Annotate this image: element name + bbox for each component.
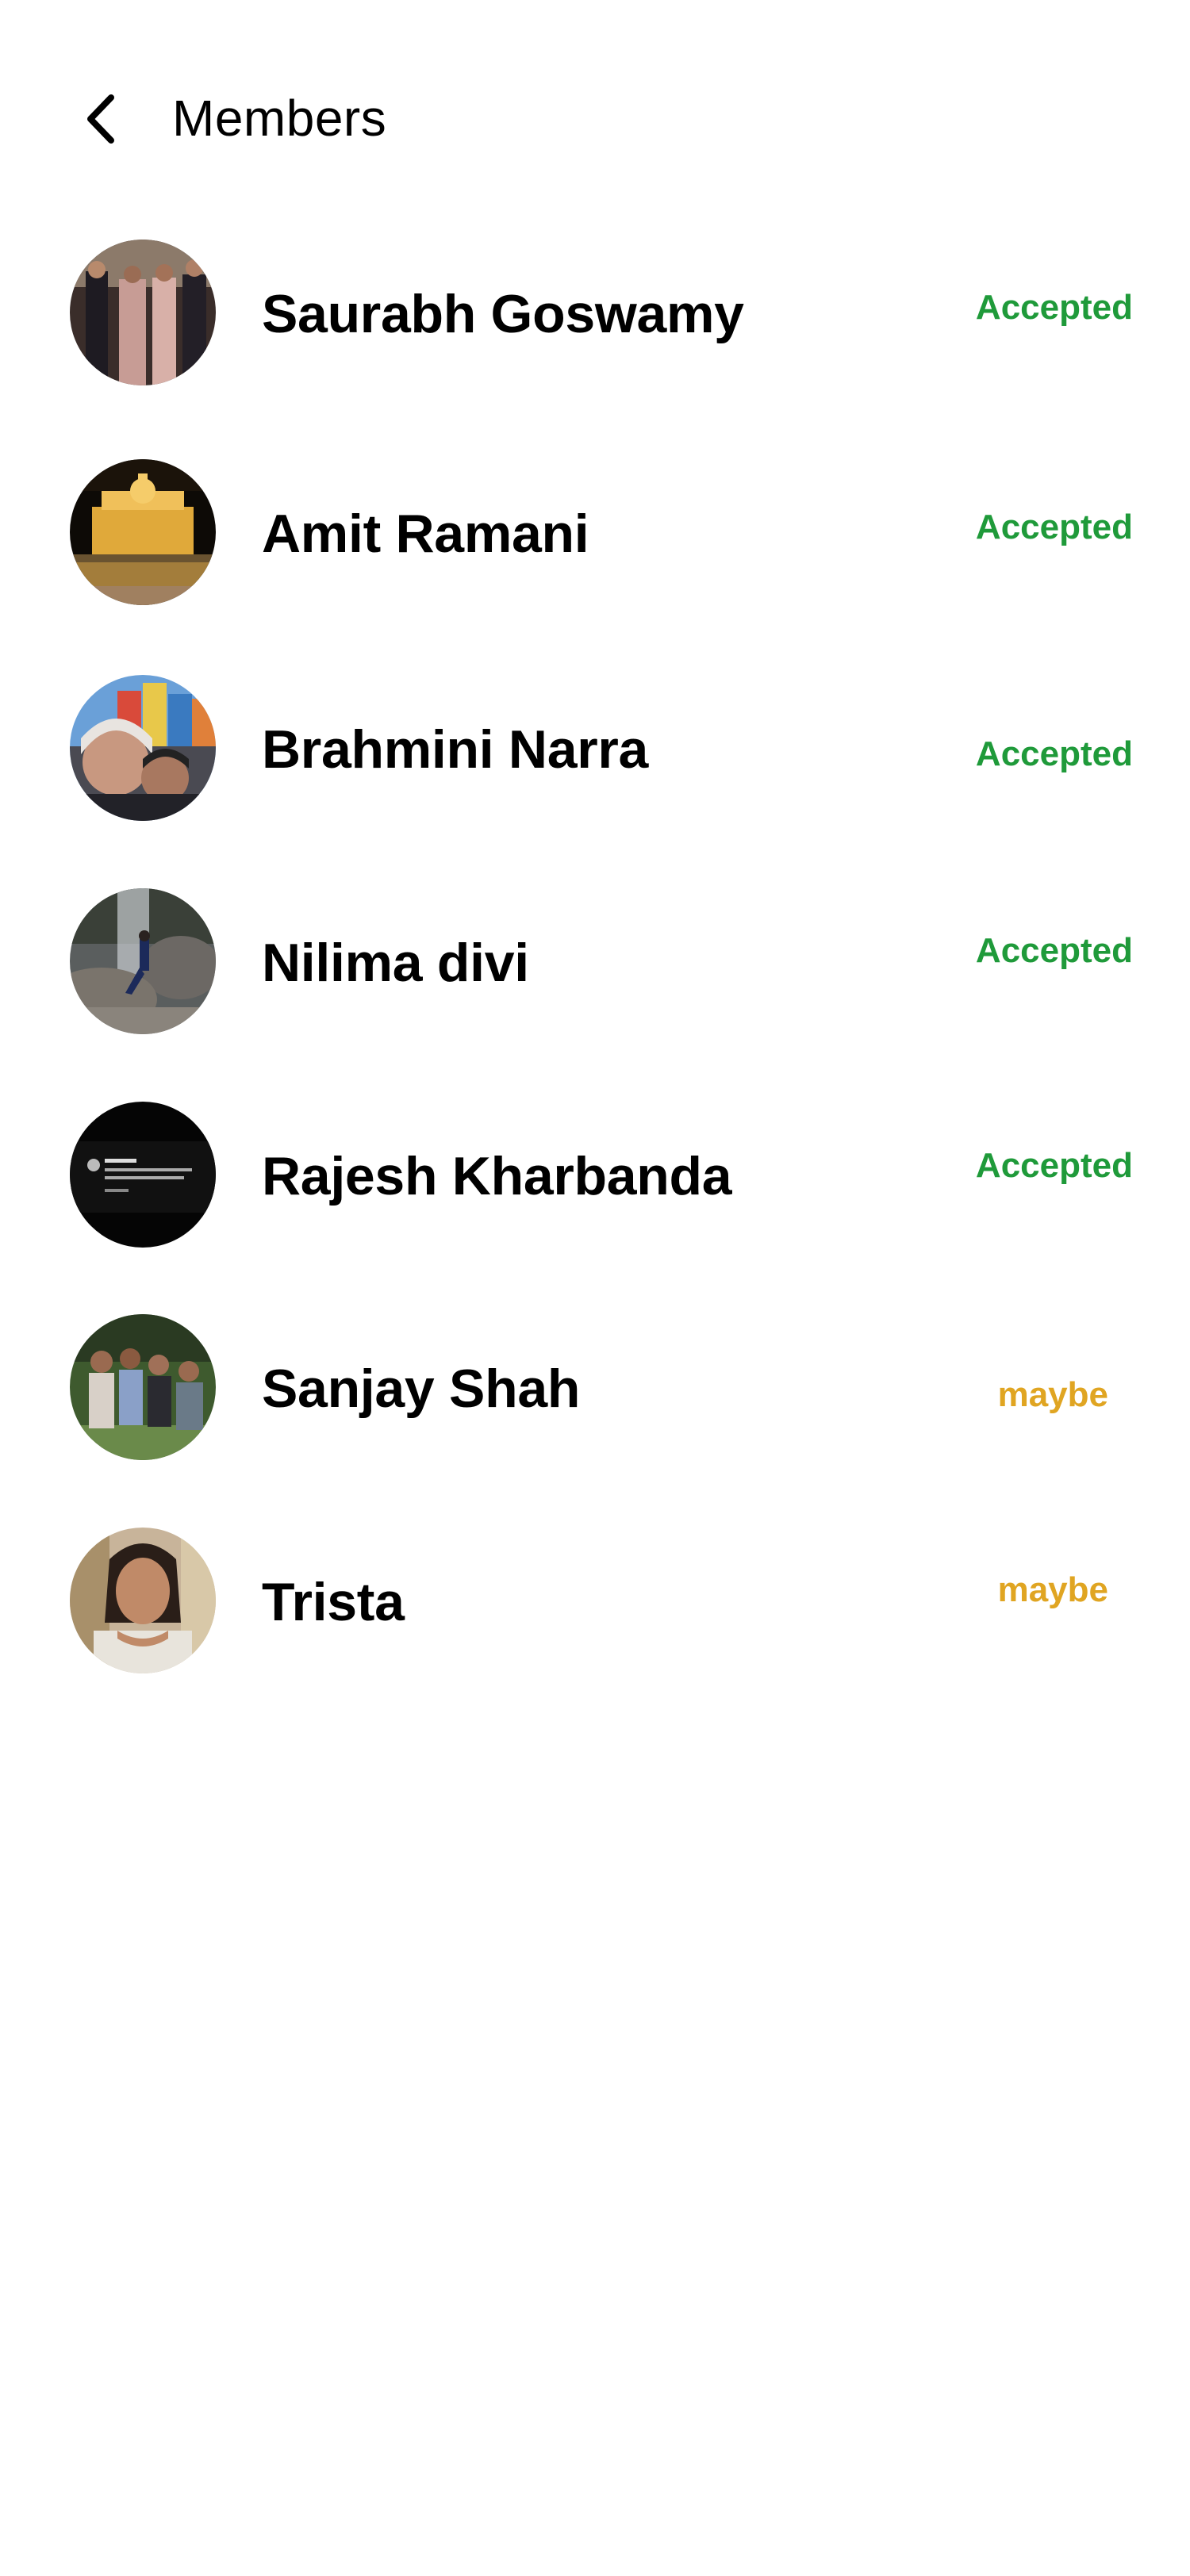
status-badge: Accepted — [975, 508, 1133, 546]
member-row[interactable]: Rajesh Kharbanda Accepted — [0, 1095, 1190, 1254]
status-badge: maybe — [997, 1375, 1108, 1414]
status-badge: Accepted — [975, 931, 1133, 970]
avatar[interactable] — [70, 1102, 216, 1248]
header-bar: Members — [0, 0, 1190, 238]
member-name: Amit Ramani — [262, 504, 589, 564]
member-row[interactable]: Saurabh Goswamy Accepted — [0, 233, 1190, 392]
member-row[interactable]: Nilima divi Accepted — [0, 882, 1190, 1041]
member-name: Saurabh Goswamy — [262, 284, 744, 344]
member-name: Rajesh Kharbanda — [262, 1146, 732, 1206]
member-name: Brahmini Narra — [262, 719, 649, 780]
status-badge: Accepted — [975, 288, 1133, 327]
status-badge: Accepted — [975, 1146, 1133, 1185]
member-row[interactable]: Sanjay Shah maybe — [0, 1308, 1190, 1466]
golden-temple-avatar — [70, 459, 216, 605]
status-badge: Accepted — [975, 734, 1133, 773]
avatar[interactable] — [70, 1528, 216, 1673]
member-name: Nilima divi — [262, 933, 529, 993]
member-row[interactable]: Brahmini Narra Accepted — [0, 669, 1190, 827]
member-name: Trista — [262, 1572, 405, 1632]
selfie-avatar — [70, 675, 216, 821]
rocks-waterfall-avatar — [70, 888, 216, 1034]
family-group-avatar — [70, 1314, 216, 1460]
avatar[interactable] — [70, 1314, 216, 1460]
quote-card-avatar — [70, 1102, 216, 1248]
member-name: Sanjay Shah — [262, 1359, 581, 1419]
chevron-left-icon — [87, 94, 114, 144]
avatar[interactable] — [70, 888, 216, 1034]
back-button[interactable] — [70, 87, 133, 151]
portrait-avatar — [70, 1528, 216, 1673]
status-badge: maybe — [997, 1570, 1108, 1609]
avatar[interactable] — [70, 240, 216, 385]
avatar[interactable] — [70, 459, 216, 605]
page-title: Members — [172, 90, 387, 147]
member-row[interactable]: Trista maybe — [0, 1521, 1190, 1680]
avatar[interactable] — [70, 675, 216, 821]
group-photo-avatar — [70, 240, 216, 385]
member-row[interactable]: Amit Ramani Accepted — [0, 453, 1190, 611]
